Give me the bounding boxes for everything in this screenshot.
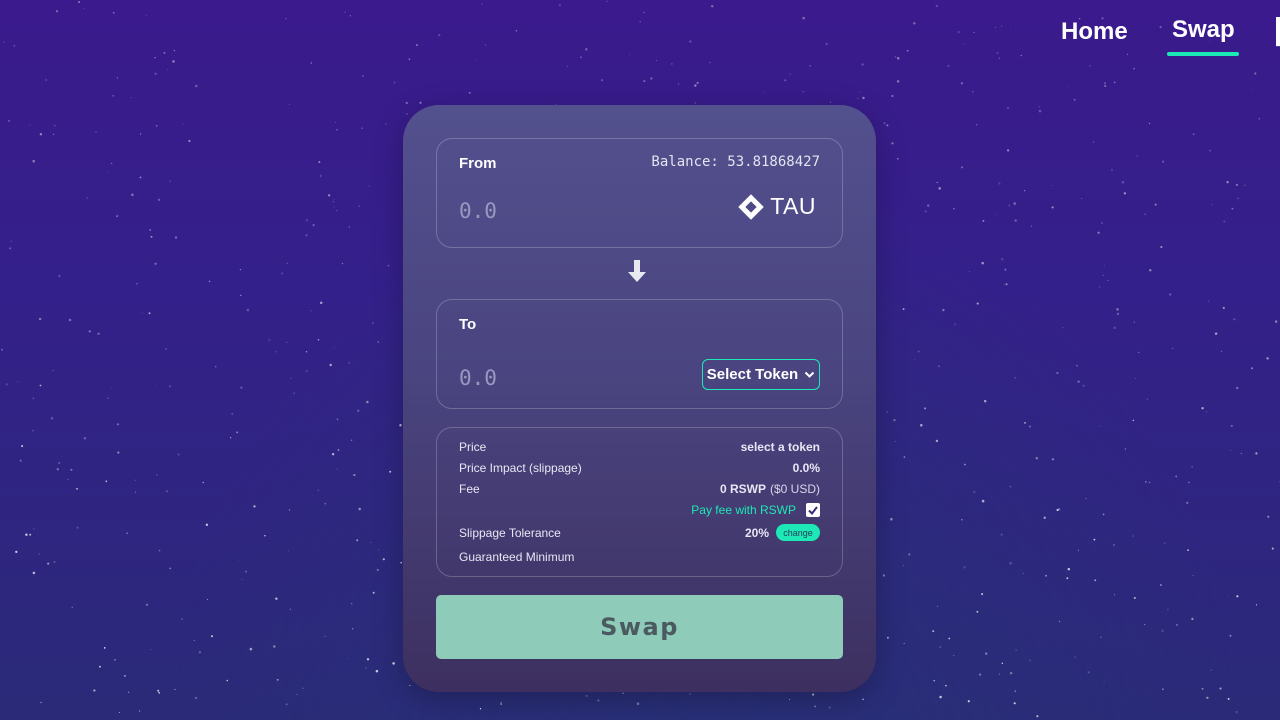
fee-usd-value: ($0 USD) — [769, 482, 820, 496]
price-label: Price — [459, 440, 487, 454]
to-label: To — [459, 316, 477, 333]
from-token[interactable]: TAU — [738, 193, 816, 220]
fee-value-group: 0 RSWP ($0 USD) — [720, 482, 820, 496]
from-label: From — [459, 155, 497, 172]
swap-button[interactable]: Swap — [436, 595, 843, 659]
fee-row: Fee 0 RSWP ($0 USD) — [459, 482, 820, 498]
slippage-value-group: 20% change — [745, 524, 820, 541]
price-value: select a token — [740, 440, 820, 454]
select-token-button[interactable]: Select Token — [702, 359, 820, 390]
from-balance: Balance: 53.81868427 — [651, 154, 820, 170]
fee-label: Fee — [459, 482, 480, 496]
nav-more-link[interactable]: ▌ — [1276, 18, 1280, 46]
price-row: Price select a token — [459, 440, 820, 456]
from-token-symbol: TAU — [770, 193, 816, 219]
slippage-row: Slippage Tolerance 20% change — [459, 524, 820, 542]
slippage-label: Slippage Tolerance — [459, 526, 561, 540]
lamden-diamond-icon — [738, 193, 764, 220]
top-nav: Home Swap ▌ — [0, 0, 1280, 60]
price-impact-value: 0.0% — [792, 461, 820, 475]
price-impact-row: Price Impact (slippage) 0.0% — [459, 461, 820, 477]
chevron-down-icon — [804, 371, 815, 378]
pay-fee-label: Pay fee with RSWP — [691, 503, 796, 517]
pay-fee-rswp-toggle[interactable]: Pay fee with RSWP — [691, 503, 820, 517]
guaranteed-minimum-row: Guaranteed Minimum — [459, 550, 820, 566]
change-slippage-button[interactable]: change — [776, 524, 820, 541]
trade-info-panel: Price select a token Price Impact (slipp… — [436, 427, 843, 577]
fee-value: 0 RSWP — [719, 482, 766, 496]
arrow-down-icon[interactable] — [627, 258, 647, 286]
from-amount-input[interactable] — [459, 199, 659, 223]
from-panel: From Balance: 53.81868427 TAU — [436, 138, 843, 248]
slippage-value: 20% — [744, 525, 769, 540]
guaranteed-minimum-label: Guaranteed Minimum — [459, 550, 575, 564]
price-impact-label: Price Impact (slippage) — [459, 461, 582, 475]
select-token-label: Select Token — [706, 366, 799, 383]
swap-card: From Balance: 53.81868427 TAU To Select … — [403, 105, 876, 692]
pay-fee-checkbox[interactable] — [806, 503, 820, 517]
active-nav-indicator — [1167, 52, 1239, 56]
to-panel: To Select Token — [436, 299, 843, 409]
nav-swap-link[interactable]: Swap — [1172, 16, 1235, 44]
to-amount-input[interactable] — [459, 366, 659, 390]
checkmark-icon — [808, 505, 818, 515]
nav-home-link[interactable]: Home — [1061, 18, 1128, 46]
